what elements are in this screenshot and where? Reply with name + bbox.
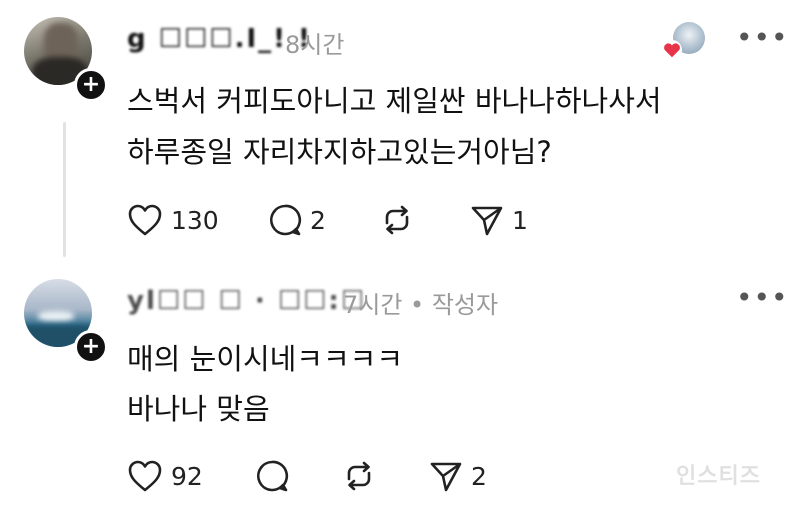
repost-button[interactable] xyxy=(380,203,414,237)
follow-plus-icon[interactable]: + xyxy=(74,330,108,364)
repost-button[interactable] xyxy=(342,459,376,493)
comment-button[interactable] xyxy=(255,459,289,493)
send-icon xyxy=(471,206,503,236)
follow-plus-icon[interactable]: + xyxy=(74,68,108,102)
comment-icon xyxy=(256,460,289,492)
share-count: 1 xyxy=(512,205,528,235)
comment-icon xyxy=(269,204,302,236)
thread-connector-line xyxy=(63,122,66,257)
post-text-line: 바나나 맞음 xyxy=(127,392,270,426)
repost-icon xyxy=(385,205,409,235)
repost-icon xyxy=(347,461,371,491)
comment-count: 2 xyxy=(310,205,326,235)
like-count: 130 xyxy=(171,205,219,235)
post-time: 8시간 xyxy=(285,31,345,59)
heart-icon xyxy=(128,460,162,492)
more-options-icon[interactable]: ••• xyxy=(736,24,789,52)
comment-button[interactable]: 2 xyxy=(268,203,326,237)
like-button[interactable]: 130 xyxy=(127,203,219,237)
heart-badge-icon xyxy=(662,40,682,60)
share-count: 2 xyxy=(471,461,487,491)
like-button[interactable]: 92 xyxy=(127,459,203,493)
post-time-author: 7시간 • 작성자 xyxy=(343,291,499,319)
watermark: 인스티즈 xyxy=(676,464,761,489)
like-count: 92 xyxy=(171,461,203,491)
thread-post: + g ☐☐☐.I_! ! 8시간 ••• 스벅서 커피도아니고 제일싼 바나나… xyxy=(0,0,800,262)
share-button[interactable]: 2 xyxy=(429,459,487,493)
username[interactable]: yl☐☐ ☐ · ☐☐:☐ xyxy=(127,286,366,316)
post-text-line: 스벅서 커피도아니고 제일싼 바나나하나사서 xyxy=(127,84,662,118)
share-button[interactable]: 1 xyxy=(470,203,528,237)
more-options-icon[interactable]: ••• xyxy=(736,284,789,312)
post-text-line: 하루종일 자리차지하고있는거아님? xyxy=(127,135,552,169)
heart-icon xyxy=(128,204,162,236)
post-text-line: 매의 눈이시네ㅋㅋㅋㅋ xyxy=(127,342,404,376)
send-icon xyxy=(430,462,462,492)
